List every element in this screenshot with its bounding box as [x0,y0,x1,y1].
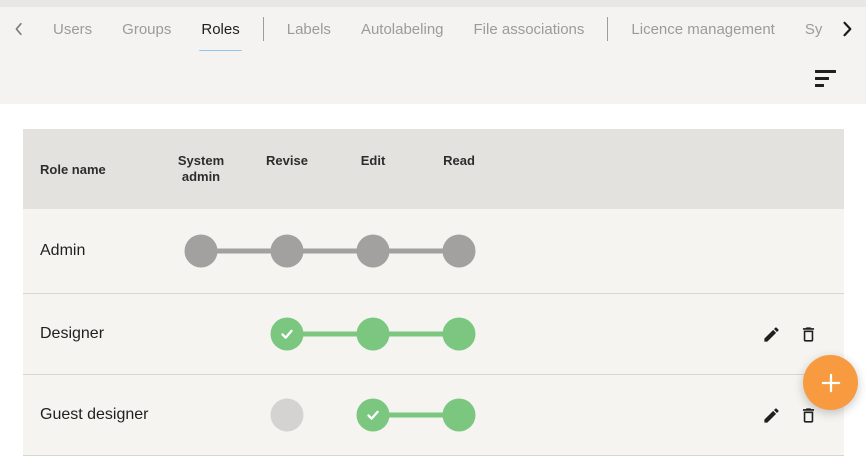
checkmark-icon [364,406,383,425]
tab-file-associations[interactable]: File associations [459,7,600,51]
permission-track [158,294,502,374]
tab-groups[interactable]: Groups [107,7,186,51]
table-row-designer: Designer [23,294,844,375]
roles-table: Role name System adminReviseEditRead Adm… [23,129,844,456]
permission-track [158,209,502,293]
pencil-icon [762,325,781,344]
row-actions [761,405,818,425]
active-tab-underline [199,50,241,51]
tab-label: Licence management [631,21,774,38]
tab-sy[interactable]: Sy [790,7,834,51]
topbar-top-shade [0,0,866,7]
permission-track [158,375,502,455]
tab-label: Groups [122,21,171,38]
delete-role-button[interactable] [798,324,818,344]
permission-dot-revise-checked[interactable] [271,318,304,351]
trash-icon [799,325,818,344]
table-row-admin: Admin [23,209,844,294]
tab-autolabeling[interactable]: Autolabeling [346,7,459,51]
tab-licence-management[interactable]: Licence management [616,7,789,51]
tab-label: File associations [474,21,585,38]
tab-group-divider [607,17,608,41]
tabs-row: Users Groups Roles Labels Autolabeling File a… [0,7,866,51]
column-header-read: Read [416,153,502,186]
permission-dot-revise-disabled[interactable] [271,399,304,432]
trash-icon [799,406,818,425]
column-header-system-admin: System admin [158,153,244,186]
tab-label: Labels [287,21,331,38]
tabs-container: Users Groups Roles Labels Autolabeling File a… [38,7,834,51]
sort-icon[interactable] [815,70,837,87]
permission-dot-read[interactable] [443,318,476,351]
edit-role-button[interactable] [761,324,781,344]
tab-label: Roles [201,21,239,38]
permission-dot-system-admin[interactable] [185,235,218,268]
permission-dot-edit[interactable] [357,235,390,268]
add-role-fab[interactable] [803,355,858,410]
chevron-left-icon[interactable] [6,14,32,44]
table-body: Admin Designer Guest designer [23,209,844,456]
role-name: Guest designer [23,406,158,424]
permission-dot-read[interactable] [443,399,476,432]
tab-label: Sy [805,21,823,38]
column-header-role-name: Role name [23,162,158,177]
tab-label: Autolabeling [361,21,444,38]
tab-group-divider [263,17,264,41]
tab-labels[interactable]: Labels [272,7,346,51]
tab-roles[interactable]: Roles [186,7,254,51]
checkmark-icon [278,325,297,344]
permission-dot-edit[interactable] [357,318,390,351]
table-header: Role name System adminReviseEditRead [23,129,844,209]
permission-dot-revise[interactable] [271,235,304,268]
edit-role-button[interactable] [761,405,781,425]
delete-role-button[interactable] [798,405,818,425]
permission-column-headers: System adminReviseEditRead [158,153,502,186]
role-name: Designer [23,325,158,343]
column-header-revise: Revise [244,153,330,186]
table-row-guest-designer: Guest designer [23,375,844,456]
role-name: Admin [23,242,158,260]
top-navigation-bar: Users Groups Roles Labels Autolabeling File a… [0,0,866,104]
pencil-icon [762,406,781,425]
tab-users[interactable]: Users [38,7,107,51]
chevron-right-icon[interactable] [834,14,860,44]
tab-label: Users [53,21,92,38]
permission-dot-edit-checked[interactable] [357,399,390,432]
column-header-edit: Edit [330,153,416,186]
row-actions [761,324,818,344]
permission-dot-read[interactable] [443,235,476,268]
